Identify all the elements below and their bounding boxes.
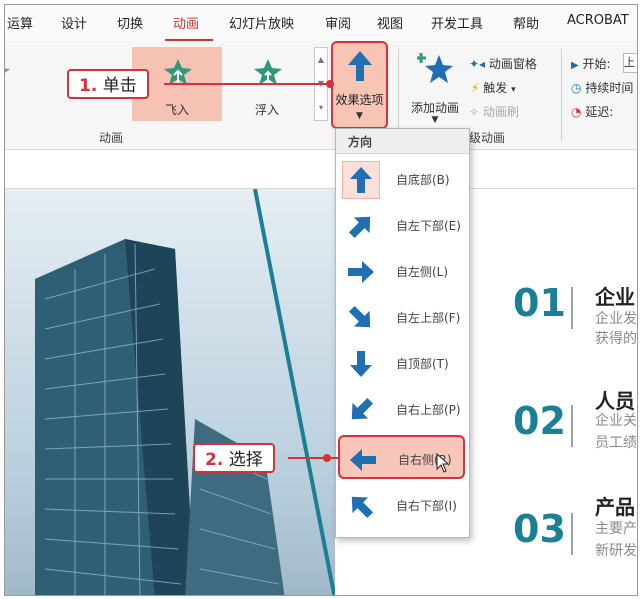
arrow-up-icon [350, 167, 372, 193]
direction-item-top[interactable]: 自顶部(T) [338, 341, 465, 385]
row-number: 02 [513, 399, 566, 443]
lightning-icon: ⚡ [471, 81, 480, 95]
effect-options-button[interactable]: 效果选项 ▼ [331, 41, 388, 129]
direction-dropdown: 方向 自底部(B) 自左下部(E) 自左侧(L) 自左上部(F) 自顶部(T) … [335, 128, 470, 538]
ribbon-gap [5, 150, 637, 189]
row-desc-line2: 新研发 [595, 543, 637, 559]
start-select[interactable]: 上 [623, 53, 637, 73]
step1-connector-dot [326, 80, 334, 88]
tab-view[interactable]: 视图 [377, 13, 403, 32]
arrow-down-icon [350, 351, 372, 377]
building-photo [35, 189, 335, 595]
delay-clock-icon: ◔ [571, 105, 582, 119]
chevron-down-icon: ▼ [356, 111, 363, 121]
row-divider [571, 405, 573, 447]
start-option: ▶ 开始: [571, 57, 611, 71]
chevron-down-icon: ▼ [431, 115, 439, 125]
arrow-up-icon [348, 51, 372, 81]
direction-item-bottom-right[interactable]: 自右下部(I) [338, 483, 465, 527]
gallery-more-icon[interactable]: ▾ [315, 96, 327, 120]
tab-acrobat[interactable]: ACROBAT [567, 13, 629, 28]
arrow-up-right-icon [348, 216, 371, 239]
row-desc-line1: 企业发 [595, 311, 637, 327]
row-divider [571, 513, 573, 555]
effect-options-label: 效果选项 [335, 93, 384, 107]
arrow-right-icon [348, 261, 374, 283]
gallery-item-appear[interactable]: 现 [5, 47, 35, 121]
star-appear-icon [5, 68, 10, 85]
direction-item-top-left[interactable]: 自左上部(F) [338, 295, 465, 339]
direction-item-right[interactable]: 自右侧(R) [338, 435, 465, 479]
row-divider [571, 287, 573, 329]
step2-connector-dot [323, 454, 331, 462]
direction-item-bottom[interactable]: 自底部(B) [338, 157, 465, 201]
powerpoint-window: 运算 设计 切换 动画 幻灯片放映 审阅 视图 开发工具 帮助 ACROBAT … [4, 4, 638, 596]
dropdown-header: 方向 [336, 129, 469, 154]
arrow-left-icon [350, 449, 376, 471]
step2-callout: 2. 选择 [193, 443, 275, 473]
arrow-up-left-icon [351, 496, 374, 519]
slide-canvas: 01 企业 企业发 获得的 02 人员 企业关 员工绩 03 产品 主要产 新研… [5, 189, 637, 595]
trigger-button[interactable]: ⚡ 触发 ▾ [471, 79, 516, 96]
group-divider [561, 49, 562, 141]
animation-painter-button[interactable]: ✧ 动画刷 [469, 103, 519, 120]
row-number: 01 [513, 281, 566, 325]
direction-item-bottom-left[interactable]: 自左下部(E) [338, 203, 465, 247]
group-label-advanced: 级动画 [469, 131, 506, 145]
row-desc-line2: 获得的 [595, 331, 637, 347]
gallery-label: 飞入 [164, 103, 189, 117]
animation-pane-icon: ✦◂ [469, 57, 486, 71]
delay-option: ◔ 延迟: [571, 105, 614, 119]
direction-item-left[interactable]: 自左侧(L) [338, 249, 465, 293]
tab-transitions[interactable]: 切换 [117, 13, 143, 32]
row-desc-line1: 企业关 [595, 413, 637, 429]
tab-slideshow[interactable]: 幻灯片放映 [229, 13, 294, 32]
step1-connector [164, 83, 330, 85]
tab-developer[interactable]: 开发工具 [431, 13, 483, 32]
row-title: 产品 [595, 495, 635, 519]
ribbon-tabs: 运算 设计 切换 动画 幻灯片放映 审阅 视图 开发工具 帮助 ACROBAT [5, 5, 637, 42]
tab-review[interactable]: 审阅 [325, 13, 351, 32]
duration-option: ◷ 持续时间 [571, 81, 634, 95]
group-label-animation: 动画 [99, 131, 124, 145]
painter-icon: ✧ [469, 105, 480, 119]
tab-calc[interactable]: 运算 [7, 13, 33, 32]
tab-design[interactable]: 设计 [61, 13, 87, 32]
row-title: 企业 [595, 285, 635, 309]
mouse-cursor-icon [436, 453, 450, 473]
row-desc-line1: 主要产 [595, 521, 637, 537]
add-star-icon [417, 53, 453, 83]
scroll-up-icon[interactable]: ▲ [315, 48, 327, 72]
arrow-down-left-icon [351, 397, 374, 420]
row-title: 人员 [595, 389, 635, 413]
gallery-label: 现 [5, 101, 35, 118]
direction-item-top-right[interactable]: 自右上部(P) [338, 387, 465, 431]
row-desc-line2: 员工绩 [595, 435, 637, 451]
arrow-down-right-icon [348, 305, 371, 328]
play-icon: ▶ [571, 60, 579, 71]
add-animation-label: 添加动画 [410, 101, 459, 115]
tab-help[interactable]: 帮助 [513, 13, 539, 32]
row-number: 03 [513, 507, 566, 551]
clock-icon: ◷ [571, 81, 582, 95]
gallery-label: 浮入 [254, 103, 279, 117]
animation-pane-button[interactable]: ✦◂ 动画窗格 [469, 55, 537, 72]
chevron-down-icon: ▾ [511, 85, 516, 95]
step1-callout: 1. 单击 [67, 69, 149, 99]
tab-animations[interactable]: 动画 [173, 13, 199, 32]
add-animation-button[interactable]: 添加动画 ▼ [405, 47, 465, 127]
